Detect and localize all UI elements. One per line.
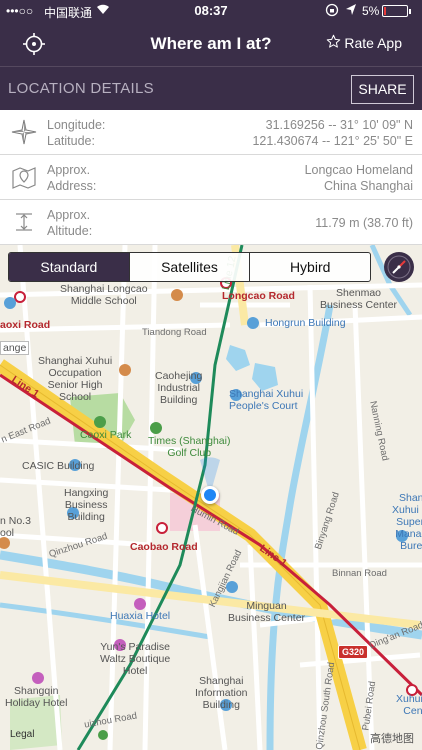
longitude-label: Longitude: <box>47 118 106 132</box>
map-provider-logo: 高德地图 <box>370 733 414 745</box>
location-details-header: LOCATION DETAILS SHARE <box>0 66 422 110</box>
nav-bar: Where am I at? Rate App <box>0 22 422 66</box>
coordinates-row: Longitude: Latitude: 31.169256 -- 31° 10… <box>0 110 422 155</box>
map-label-binnan-road: Binnan Road <box>332 568 387 579</box>
map-label-xuhui-superior: ShanXuhui MSuperiManagBure <box>392 492 422 552</box>
battery-level-fill <box>384 7 386 15</box>
map-type-segmented-control: Standard Satellites Hybird <box>8 252 371 282</box>
compass-needle-icon <box>387 255 411 279</box>
compass-rose-icon <box>10 118 38 146</box>
map-label-shangqin: Shangqin Holiday Hotel <box>5 685 68 709</box>
current-location-dot <box>201 486 219 504</box>
battery-percent: 5% <box>362 4 380 18</box>
map-label-caoxi-road: aoxi Road <box>0 319 51 331</box>
highway-shield-g320: G320 <box>338 645 369 659</box>
map-label-hongrun: Hongrun Building <box>265 317 346 329</box>
battery-icon <box>382 5 411 17</box>
map-label-peoples-court: Shanghai Xuhui People's Court <box>229 388 304 412</box>
map-label-longcao-school: Shanghai Longcao Middle School <box>60 283 148 307</box>
map-label-shenmao: Shenmao Business Center <box>320 287 398 311</box>
altitude-label-1: Approx. <box>47 208 91 222</box>
map-label-huaxia-hotel: Huaxia Hotel <box>110 610 171 622</box>
legal-link[interactable]: Legal <box>10 729 34 740</box>
rate-app-button[interactable]: Rate App <box>326 34 402 52</box>
rate-app-label: Rate App <box>344 35 402 51</box>
address-row: Approx. Address: Longcao Homeland China … <box>0 155 422 200</box>
star-icon <box>326 34 341 52</box>
map-label-xuhui-vc: Xuhui VCent <box>396 693 422 717</box>
segment-standard[interactable]: Standard <box>9 253 129 281</box>
map-label-shanghai-information: Shanghai Information Building <box>195 675 248 711</box>
altitude-row: Approx. Altitude: 11.79 m (38.70 ft) <box>0 200 422 245</box>
map-label-caobao-road: Caobao Road <box>130 541 198 553</box>
map-label-caoxi-park: Caoxi Park <box>80 429 132 441</box>
share-button[interactable]: SHARE <box>351 75 414 104</box>
rotation-lock-icon <box>325 3 339 20</box>
segment-hybird[interactable]: Hybird <box>249 253 370 281</box>
map-pin-icon <box>10 163 38 191</box>
status-time: 08:37 <box>194 3 228 18</box>
location-arrow-icon <box>345 3 357 20</box>
latitude-label: Latitude: <box>47 134 95 148</box>
map-label-xuhui-occupation: Shanghai Xuhui Occupation Senior High Schoo… <box>38 355 113 403</box>
longitude-value: 31.169256 -- 31° 10' 09" N <box>265 118 413 132</box>
altitude-icon <box>10 208 38 236</box>
address-line-2: China Shanghai <box>324 179 413 193</box>
segment-satellites[interactable]: Satellites <box>128 253 250 281</box>
map-label-caohejing: Caohejing Industrial Building <box>155 370 203 406</box>
address-line-1: Longcao Homeland <box>304 163 413 177</box>
map-label-range: ange <box>0 341 30 355</box>
section-title: LOCATION DETAILS <box>8 80 154 97</box>
map-view[interactable]: Shanghai Longcao Middle School Longcao Ro… <box>0 245 422 750</box>
map-label-hangxing: Hangxing Business Building <box>64 487 109 523</box>
map-label-times-golf: Times (Shanghai) Golf Club <box>148 435 231 459</box>
altitude-label-2: Altitude: <box>47 224 93 238</box>
latitude-value: 121.430674 -- 121° 25' 50" E <box>252 134 413 148</box>
map-label-yuns-paradise: Yun's Paradise Waltz Boutique Hotel <box>100 641 171 677</box>
compass-button[interactable] <box>384 252 414 282</box>
map-label-no3: n No.3 ool <box>0 515 31 539</box>
status-bar: •••○○ 中国联通 08:37 5% <box>0 0 422 22</box>
address-label-2: Address: <box>47 179 97 193</box>
map-label-tiandong: Tiandong Road <box>142 327 207 338</box>
map-label-minguan: Minguan Business Center <box>228 600 306 624</box>
map-label-casic: CASIC Building <box>22 460 95 472</box>
map-label-longcao-road-station: Longcao Road <box>222 290 295 302</box>
altitude-value: 11.79 m (38.70 ft) <box>315 216 413 230</box>
address-label-1: Approx. <box>47 163 91 177</box>
